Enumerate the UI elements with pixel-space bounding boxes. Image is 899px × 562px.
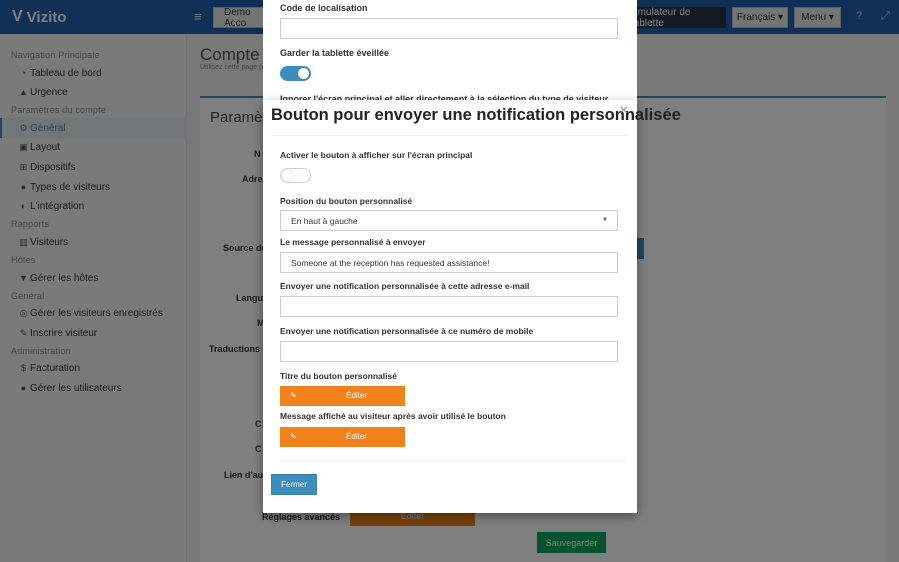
button-title-label: Titre du bouton personnalisé — [280, 371, 397, 381]
after-message-label: Message affiché au visiteur après avoir … — [280, 411, 506, 421]
edit-button-label: Éditer — [346, 391, 367, 400]
close-icon[interactable]: × — [619, 102, 628, 120]
email-input[interactable] — [280, 296, 618, 317]
custom-notification-button-modal: Bouton pour envoyer une notification per… — [263, 100, 681, 513]
activate-button-toggle[interactable] — [280, 168, 311, 183]
mobile-input[interactable] — [280, 341, 618, 362]
location-code-label: Code de localisation — [280, 3, 368, 13]
modal-footer-divider — [280, 460, 627, 461]
chevron-down-icon: ▼ — [602, 217, 608, 223]
edit-button-label: Éditer — [346, 432, 367, 441]
close-button[interactable]: Fermer — [271, 474, 317, 495]
tablet-settings-modal: Code de localisation Garder la tablette … — [263, 0, 637, 104]
mobile-label: Envoyer une notification personnalisée à… — [280, 326, 534, 336]
keep-awake-toggle[interactable] — [280, 66, 311, 81]
position-select[interactable]: En haut à gauche ▼ — [280, 210, 618, 231]
email-label: Envoyer une notification personnalisée à… — [280, 281, 530, 291]
location-code-input[interactable] — [280, 18, 618, 39]
edit-button-title-button[interactable]: ✎ Éditer — [280, 386, 405, 406]
modal-header-divider — [271, 135, 629, 136]
message-label: Le message personnalisé à envoyer — [280, 237, 426, 247]
toggle-knob — [298, 68, 309, 79]
keep-awake-label: Garder la tablette éveillée — [280, 48, 390, 58]
edit-after-message-button[interactable]: ✎ Éditer — [280, 427, 405, 447]
message-input[interactable]: Someone at the reception has requested a… — [280, 252, 618, 273]
toggle-knob — [282, 170, 293, 181]
position-label: Position du bouton personnalisé — [280, 196, 413, 206]
activate-button-label: Activer le bouton à afficher sur l'écran… — [280, 150, 473, 160]
position-selected-value: En haut à gauche — [291, 215, 358, 226]
